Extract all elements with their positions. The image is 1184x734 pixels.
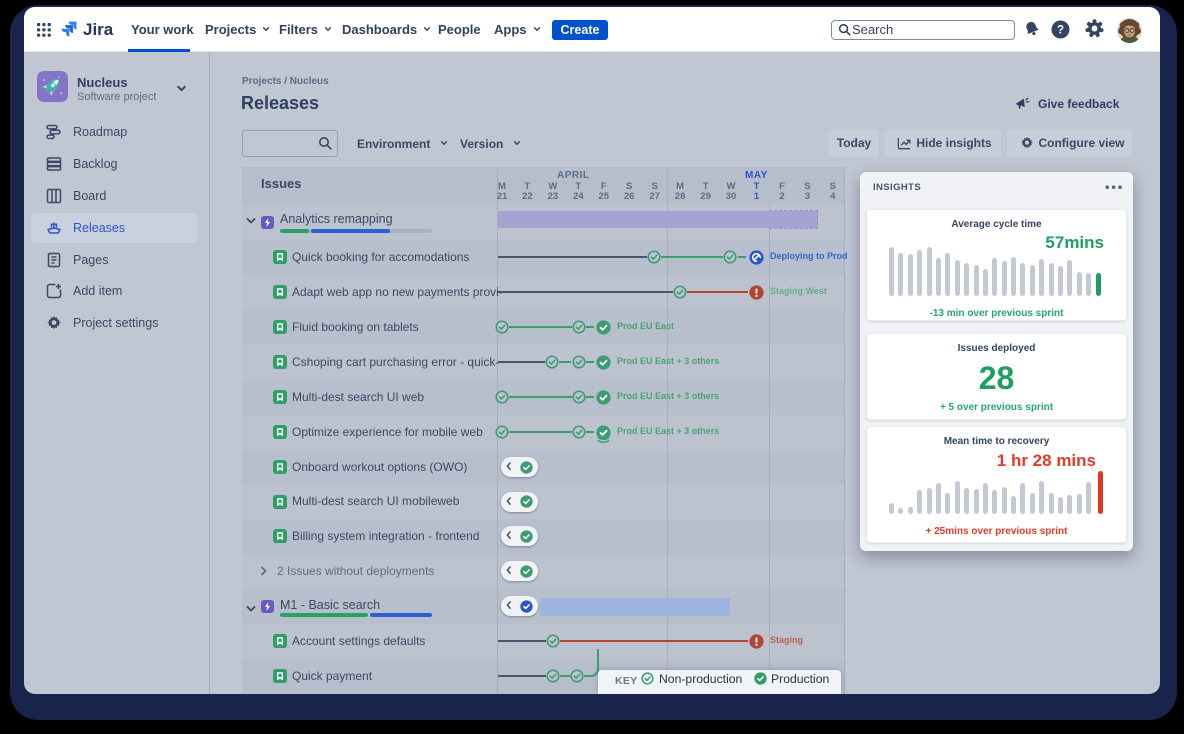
svg-text:?: ? <box>1057 25 1064 37</box>
